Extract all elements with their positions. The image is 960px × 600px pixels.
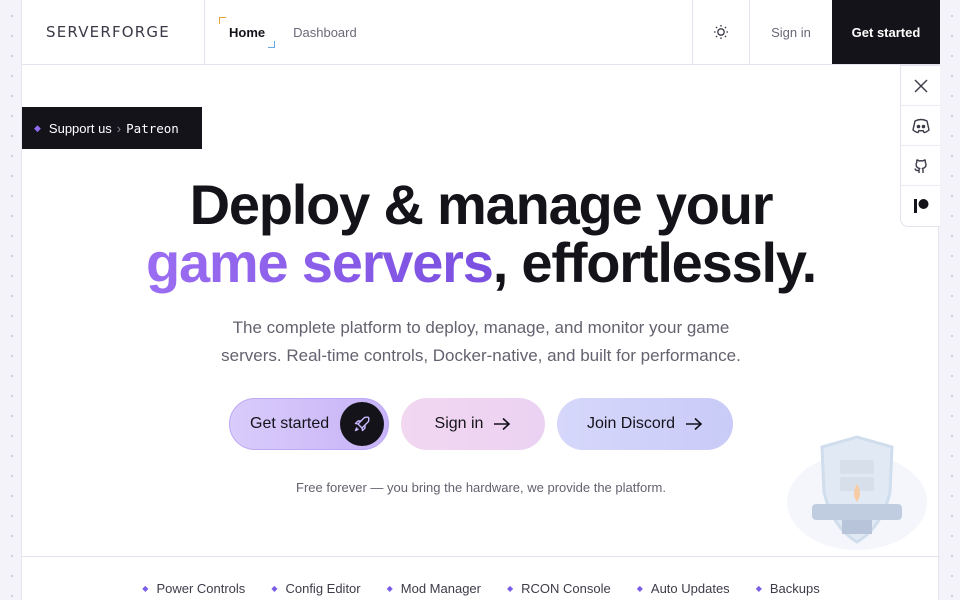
hero-sign-in-label: Sign in xyxy=(434,415,484,432)
github-link[interactable] xyxy=(901,146,940,186)
support-target: Patreon xyxy=(126,120,179,136)
chevron-right-icon: › xyxy=(116,120,122,136)
header-get-started-button[interactable]: Get started xyxy=(832,0,940,64)
arrow-right-icon xyxy=(686,417,703,431)
patreon-link[interactable] xyxy=(901,186,940,226)
patreon-icon xyxy=(913,199,928,213)
rocket-icon xyxy=(340,402,384,446)
discord-icon xyxy=(911,118,930,133)
x-link[interactable] xyxy=(901,66,940,106)
hero-highlight: game servers xyxy=(145,231,494,294)
join-discord-button[interactable]: Join Discord xyxy=(557,398,733,450)
github-icon xyxy=(913,158,927,173)
arrow-right-icon xyxy=(494,417,511,431)
top-nav: SERVERFORGE Home Dashboard Sign in Get s… xyxy=(22,0,940,65)
join-discord-label: Join Discord xyxy=(586,415,676,432)
diamond-icon: ◆ xyxy=(34,122,41,133)
hero-subtitle: The complete platform to deploy, manage,… xyxy=(221,318,741,365)
hero-title-line1: Deploy & manage your xyxy=(189,173,774,236)
diamond-icon: ◆ xyxy=(271,584,278,593)
brand-logo[interactable]: SERVERFORGE xyxy=(22,0,205,64)
feature-label: Power Controls xyxy=(156,581,246,596)
discord-link[interactable] xyxy=(901,106,940,146)
hero-title: Deploy & manage your game servers, effor… xyxy=(22,176,940,292)
feature-item: ◆ Mod Manager xyxy=(387,561,481,596)
theme-toggle-button[interactable] xyxy=(692,0,749,64)
social-links-rail xyxy=(900,65,940,227)
x-icon xyxy=(914,79,927,92)
diamond-icon: ◆ xyxy=(386,584,393,593)
feature-item: ◆ Auto Updates xyxy=(637,561,730,596)
hero-title-line2: game servers, effortlessly. xyxy=(22,234,940,292)
shield-mascot-illustration xyxy=(782,432,932,557)
feature-label: Backups xyxy=(769,581,820,596)
header-sign-in-button[interactable]: Sign in xyxy=(749,0,832,64)
feature-label: Mod Manager xyxy=(400,581,481,596)
sun-icon xyxy=(714,25,728,39)
diamond-icon: ◆ xyxy=(636,584,643,593)
feature-item: ◆ Config Editor xyxy=(271,561,360,596)
diamond-icon: ◆ xyxy=(755,584,762,593)
nav-links: Home Dashboard xyxy=(205,0,692,64)
feature-item: ◆ RCON Console xyxy=(507,561,611,596)
nav-dashboard[interactable]: Dashboard xyxy=(283,17,367,48)
feature-label: Config Editor xyxy=(285,581,361,596)
page-frame: SERVERFORGE Home Dashboard Sign in Get s… xyxy=(21,0,940,600)
nav-home[interactable]: Home xyxy=(219,16,276,48)
feature-label: Auto Updates xyxy=(650,581,730,596)
feature-strip: ◆ Power Controls ◆ Config Editor ◆ Mod Mana… xyxy=(22,556,940,600)
hero-title-rest: , effortlessly. xyxy=(492,231,818,294)
diamond-icon: ◆ xyxy=(142,584,149,593)
feature-item: ◆ Power Controls xyxy=(142,561,245,596)
feature-item: ◆ Backups xyxy=(756,561,820,596)
feature-label: RCON Console xyxy=(521,581,611,596)
get-started-button[interactable]: Get started xyxy=(229,398,389,450)
hero-sign-in-button[interactable]: Sign in xyxy=(401,398,545,450)
support-us-badge[interactable]: ◆ Support us › Patreon xyxy=(22,107,202,149)
support-label: Support us xyxy=(48,120,112,136)
get-started-label: Get started xyxy=(250,415,330,432)
diamond-icon: ◆ xyxy=(507,584,514,593)
